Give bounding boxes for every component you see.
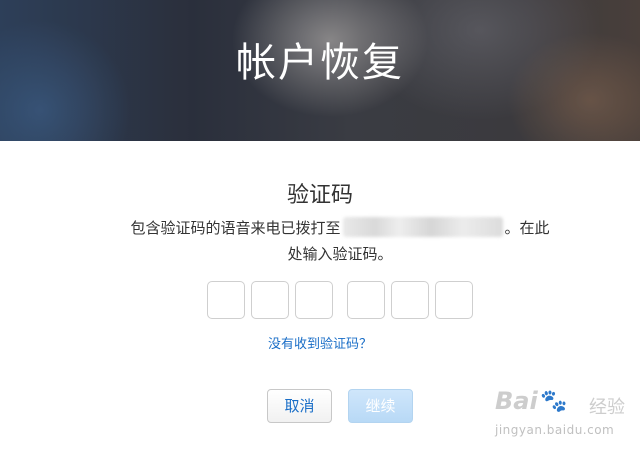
description-prefix: 包含验证码的语音来电已拨打至 (130, 219, 341, 237)
masked-phone-number (342, 217, 503, 237)
page-title: 帐户恢复 (236, 40, 404, 86)
verification-title: 验证码 (286, 183, 353, 208)
code-digit-input-3[interactable] (295, 281, 333, 319)
cancel-button[interactable]: 取消 (267, 389, 332, 423)
watermark-url: jingyan.baidu.com (495, 423, 615, 437)
description-line-2: 处输入验证码。 (287, 245, 393, 263)
code-digit-input-1[interactable] (207, 281, 245, 319)
continue-button[interactable]: 继续 (348, 389, 413, 423)
code-digit-input-2[interactable] (251, 281, 289, 319)
paw-icon: 🐾 (540, 389, 568, 414)
baidu-jingyan-watermark: Bai 🐾 经验 jingyan.baidu.com (493, 385, 633, 455)
code-digit-input-6[interactable] (435, 281, 473, 319)
code-digit-input-4[interactable] (347, 281, 385, 319)
watermark-brand: Bai (495, 387, 538, 415)
watermark-brand-suffix: 经验 (589, 397, 625, 418)
verification-description: 包含验证码的语音来电已拨打至 。在此 处输入验证码。 (105, 215, 575, 267)
resend-code-link[interactable]: 没有收到验证码？ (0, 333, 640, 352)
code-digit-input-5[interactable] (391, 281, 429, 319)
description-suffix: 。在此 (504, 219, 550, 237)
